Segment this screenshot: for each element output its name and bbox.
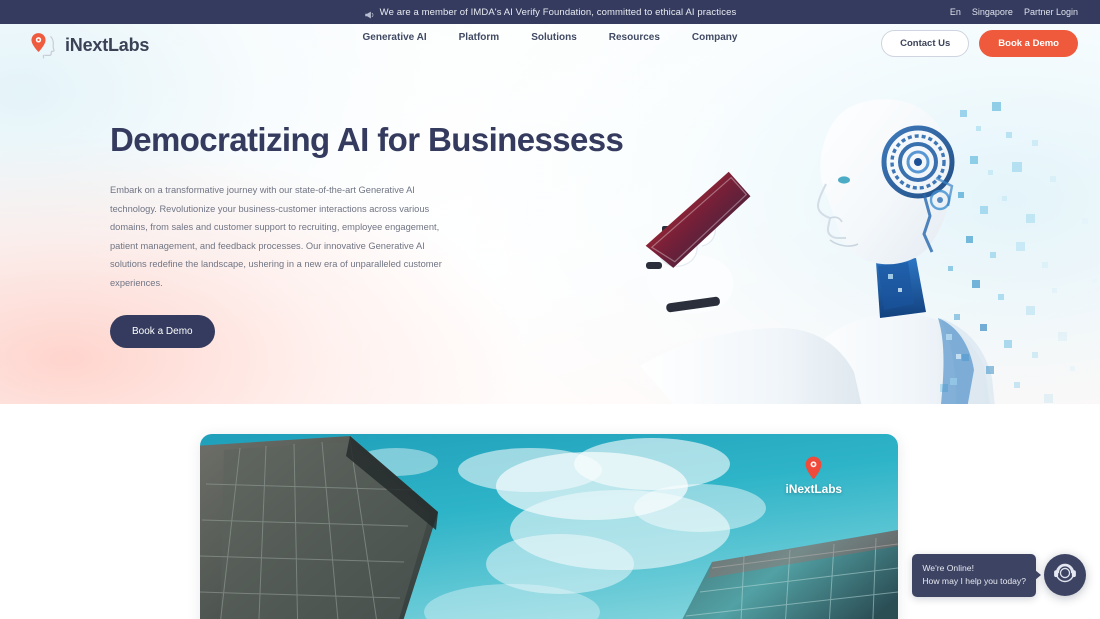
- chat-launcher-button[interactable]: [1044, 554, 1086, 597]
- page-root: We are a member of IMDA's AI Verify Foun…: [0, 0, 1100, 619]
- book-demo-header-button[interactable]: Book a Demo: [979, 30, 1078, 57]
- partner-login-link[interactable]: Partner Login: [1024, 7, 1078, 17]
- announcement-text: We are a member of IMDA's AI Verify Foun…: [379, 6, 737, 18]
- site-header: iNextLabs Generative AI Platform Solutio…: [0, 24, 1100, 64]
- hero-copy: Democratizing AI for Businessess Embark …: [110, 121, 624, 348]
- region-link[interactable]: Singapore: [972, 7, 1013, 17]
- megaphone-icon: [364, 7, 374, 19]
- nav-item-resources[interactable]: Resources: [609, 32, 660, 43]
- nav-item-solutions[interactable]: Solutions: [531, 32, 577, 43]
- chat-bubble[interactable]: We're Online! How may I help you today?: [912, 553, 1036, 597]
- contact-us-button[interactable]: Contact Us: [881, 30, 970, 57]
- chat-widget[interactable]: We're Online! How may I help you today?: [912, 553, 1086, 597]
- nav-item-company[interactable]: Company: [692, 32, 738, 43]
- chat-prompt-line: How may I help you today?: [922, 575, 1026, 586]
- location-pin-icon: [805, 456, 822, 480]
- nav-item-generative-ai[interactable]: Generative AI: [363, 32, 427, 43]
- hero-paragraph: Embark on a transformative journey with …: [110, 184, 442, 288]
- announcement-content: We are a member of IMDA's AI Verify Foun…: [364, 6, 737, 19]
- hero-robot-image: [640, 66, 1100, 404]
- headset-support-icon: [1052, 560, 1078, 591]
- video-watermark: iNextLabs: [786, 456, 842, 496]
- announcement-links: En Singapore Partner Login: [950, 0, 1078, 24]
- hero-section: iNextLabs Generative AI Platform Solutio…: [0, 24, 1100, 404]
- book-demo-hero-button[interactable]: Book a Demo: [110, 314, 215, 348]
- nav-item-platform[interactable]: Platform: [459, 32, 500, 43]
- announcement-bar: We are a member of IMDA's AI Verify Foun…: [0, 0, 1100, 24]
- chat-status-line: We're Online!: [922, 562, 974, 573]
- header-actions: Contact Us Book a Demo: [881, 30, 1078, 57]
- video-watermark-text: iNextLabs: [785, 482, 843, 496]
- video-card[interactable]: iNextLabs: [200, 434, 898, 619]
- language-link[interactable]: En: [950, 7, 961, 17]
- page-title: Democratizing AI for Businessess: [110, 121, 624, 158]
